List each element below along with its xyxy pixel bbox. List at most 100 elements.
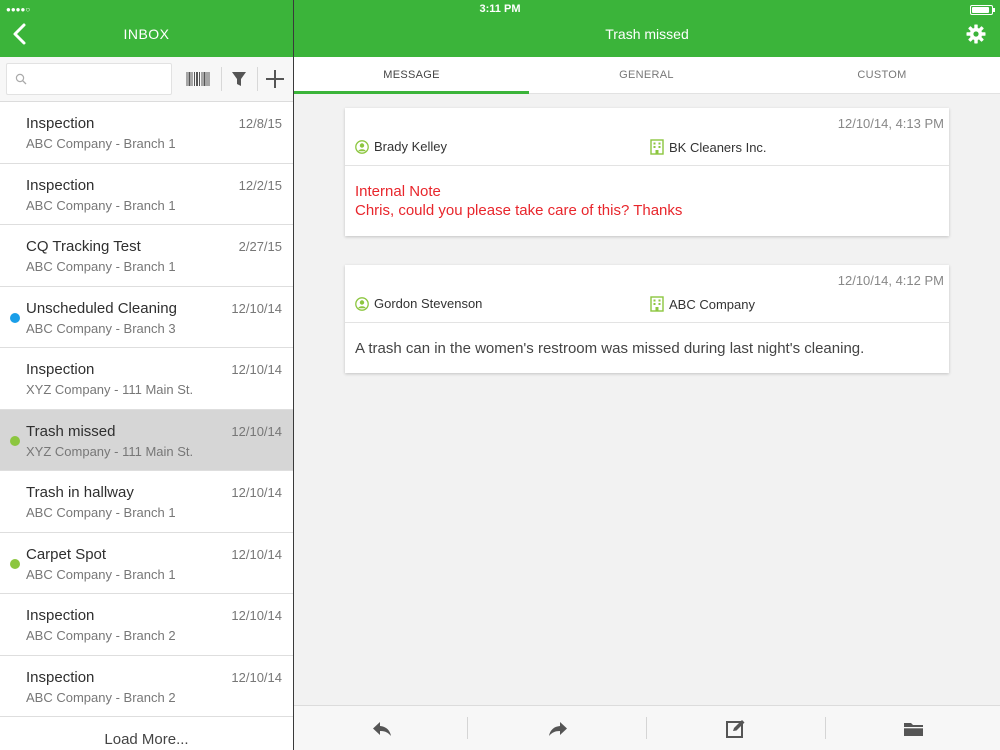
settings-button[interactable] bbox=[966, 24, 986, 44]
inbox-pane: Inspection ABC Company - Branch 1 12/8/15 I… bbox=[0, 57, 293, 750]
message-company: ABC Company bbox=[650, 296, 755, 312]
unread-dot bbox=[10, 558, 20, 569]
inbox-title: INBOX bbox=[123, 26, 170, 42]
message-timestamp: 12/10/14, 4:13 PM bbox=[837, 116, 944, 131]
item-title: Inspection bbox=[26, 607, 95, 624]
search-icon bbox=[15, 73, 27, 85]
item-title: Carpet Spot bbox=[26, 545, 107, 563]
unread-dot bbox=[10, 312, 20, 323]
barcode-button[interactable] bbox=[185, 68, 211, 90]
building-icon bbox=[650, 296, 664, 312]
card-divider bbox=[345, 322, 949, 323]
inbox-list-item[interactable]: Inspection ABC Company - Branch 2 12/10/14 bbox=[0, 594, 293, 656]
card-divider bbox=[345, 165, 949, 166]
inbox-list-item[interactable]: Unscheduled Cleaning ABC Company - Branch… bbox=[0, 286, 293, 348]
item-title: Trash in hallway bbox=[26, 484, 134, 501]
toolbar-separator bbox=[257, 67, 258, 91]
load-more-button[interactable]: Load More... bbox=[0, 731, 293, 748]
folder-icon bbox=[904, 722, 923, 736]
item-date: 12/10/14 bbox=[231, 608, 282, 623]
compose-button[interactable] bbox=[648, 706, 824, 750]
building-icon bbox=[650, 139, 664, 155]
toolbar-separator bbox=[467, 717, 468, 739]
item-date: 12/2/15 bbox=[238, 177, 282, 193]
gear-icon bbox=[966, 24, 986, 44]
unread-dot bbox=[10, 435, 20, 446]
user-icon bbox=[355, 139, 369, 154]
item-subtitle: ABC Company - Branch 1 bbox=[26, 505, 176, 520]
item-title: Unscheduled Cleaning bbox=[26, 299, 177, 317]
add-icon bbox=[266, 70, 284, 88]
reply-icon bbox=[373, 721, 391, 736]
message-card: 12/10/14, 4:13 PM Brady Kelley BK Cleane… bbox=[345, 108, 949, 236]
message-sender: Brady Kelley bbox=[355, 139, 447, 154]
item-subtitle: ABC Company - Branch 1 bbox=[26, 566, 176, 582]
toolbar-separator bbox=[221, 67, 222, 91]
item-date: 12/10/14 bbox=[231, 485, 282, 500]
message-company: BK Cleaners Inc. bbox=[650, 139, 767, 155]
item-date: 12/10/14 bbox=[231, 669, 282, 685]
item-subtitle: XYZ Company - 111 Main St. bbox=[26, 443, 194, 459]
message-timestamp: 12/10/14, 4:12 PM bbox=[837, 273, 944, 288]
detail-tabs: MESSAGE GENERAL CUSTOM bbox=[294, 57, 1000, 94]
item-date: 12/10/14 bbox=[231, 423, 282, 439]
note-text: Chris, could you please take care of thi… bbox=[355, 202, 683, 219]
item-subtitle: ABC Company - Branch 1 bbox=[26, 259, 176, 274]
inbox-list-item[interactable]: Inspection ABC Company - Branch 1 12/2/15 bbox=[0, 163, 293, 225]
toolbar-separator bbox=[646, 717, 647, 739]
message-card: 12/10/14, 4:12 PM Gordon Stevenson ABC C… bbox=[345, 265, 949, 373]
inbox-list-item[interactable]: Trash in hallway ABC Company - Branch 1 12… bbox=[0, 471, 293, 533]
note-label: Internal Note bbox=[355, 183, 441, 200]
compose-icon bbox=[726, 719, 745, 738]
company-name: ABC Company bbox=[669, 296, 755, 312]
item-date: 2/27/15 bbox=[238, 239, 282, 254]
bottom-toolbar bbox=[294, 705, 1000, 750]
item-subtitle: ABC Company - Branch 1 bbox=[26, 197, 176, 213]
item-subtitle: ABC Company - Branch 3 bbox=[26, 320, 176, 336]
sender-name: Brady Kelley bbox=[374, 139, 447, 154]
reply-button[interactable] bbox=[294, 706, 470, 750]
inbox-list-item[interactable]: CQ Tracking Test ABC Company - Branch 1 2/… bbox=[0, 225, 293, 287]
page-title: Trash missed bbox=[605, 26, 689, 42]
message-body: A trash can in the women's restroom was … bbox=[355, 340, 865, 357]
forward-icon bbox=[549, 721, 567, 736]
item-subtitle: XYZ Company - 111 Main St. bbox=[26, 382, 194, 397]
inbox-list-item[interactable]: Inspection ABC Company - Branch 2 12/10/14 bbox=[0, 655, 293, 717]
inbox-list-item[interactable]: Inspection XYZ Company - 111 Main St. 12/1… bbox=[0, 348, 293, 410]
inbox-list: Inspection ABC Company - Branch 1 12/8/15 I… bbox=[0, 102, 293, 717]
tab-message[interactable]: MESSAGE bbox=[294, 57, 529, 94]
item-date: 12/8/15 bbox=[238, 116, 282, 131]
item-subtitle: ABC Company - Branch 2 bbox=[26, 628, 176, 643]
inbox-list-item[interactable]: Trash missed XYZ Company - 111 Main St. 12… bbox=[0, 409, 293, 471]
item-subtitle: ABC Company - Branch 1 bbox=[26, 136, 176, 151]
top-bar: ●●●●○ 3:11 PM INBOX Trash missed bbox=[0, 0, 1000, 57]
item-title: Trash missed bbox=[26, 422, 116, 440]
item-date: 12/10/14 bbox=[231, 546, 282, 562]
search-input[interactable] bbox=[6, 63, 172, 95]
item-subtitle: ABC Company - Branch 2 bbox=[26, 689, 176, 705]
message-sender: Gordon Stevenson bbox=[355, 296, 482, 311]
barcode-icon bbox=[186, 72, 210, 86]
internal-note: Internal Note Chris, could you please ta… bbox=[355, 182, 682, 220]
item-title: Inspection bbox=[26, 176, 95, 194]
filter-button[interactable] bbox=[226, 68, 252, 90]
inbox-list-item[interactable]: Inspection ABC Company - Branch 1 12/8/15 bbox=[0, 102, 293, 164]
item-title: Inspection bbox=[26, 115, 95, 132]
inbox-list-item[interactable]: Carpet Spot ABC Company - Branch 1 12/10/1… bbox=[0, 532, 293, 594]
forward-button[interactable] bbox=[470, 706, 646, 750]
user-icon bbox=[355, 296, 369, 311]
battery-icon bbox=[970, 5, 995, 15]
filter-icon bbox=[232, 72, 246, 86]
search-toolbar bbox=[0, 57, 293, 102]
item-title: Inspection bbox=[26, 668, 95, 686]
status-time: 3:11 PM bbox=[479, 3, 521, 15]
tab-general[interactable]: GENERAL bbox=[529, 57, 764, 94]
company-name: BK Cleaners Inc. bbox=[669, 139, 767, 155]
tab-custom[interactable]: CUSTOM bbox=[764, 57, 1000, 94]
pane-divider bbox=[293, 0, 294, 750]
add-button[interactable] bbox=[262, 68, 288, 90]
folder-button[interactable] bbox=[826, 706, 1000, 750]
item-date: 12/10/14 bbox=[231, 362, 282, 377]
item-title: Inspection bbox=[26, 361, 95, 378]
item-date: 12/10/14 bbox=[231, 300, 282, 316]
